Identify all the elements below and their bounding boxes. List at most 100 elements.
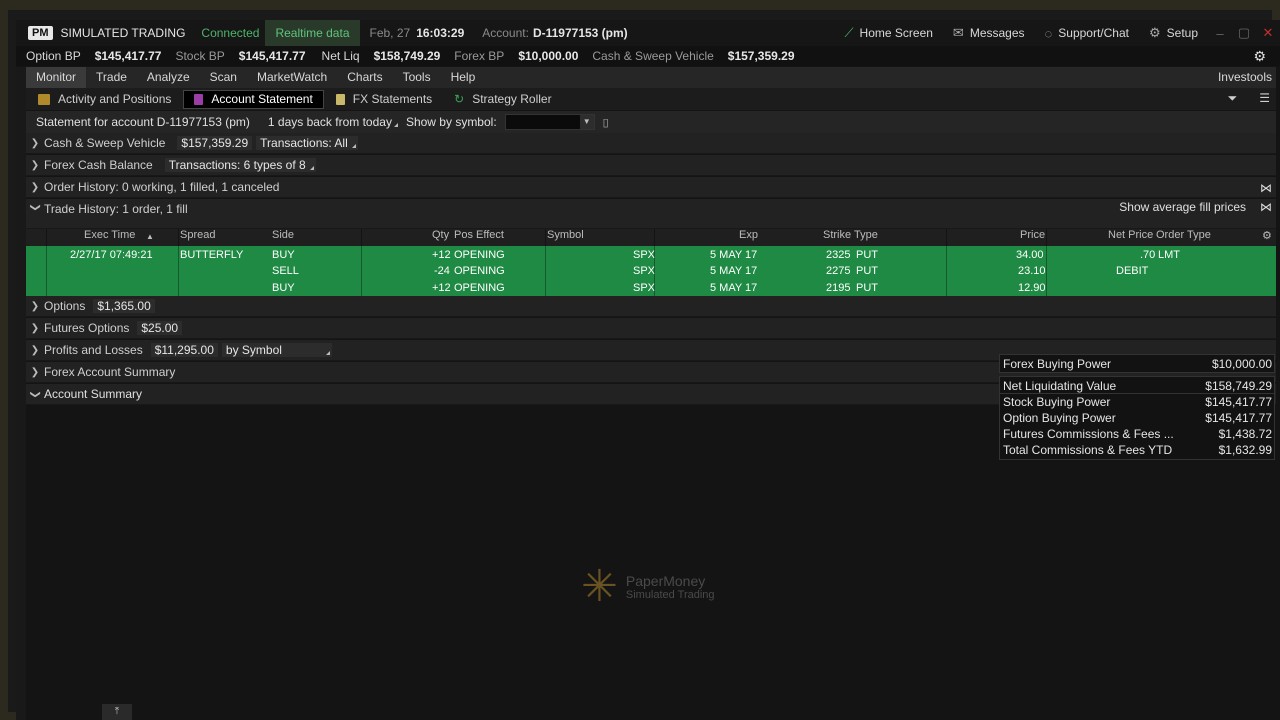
menu-tools[interactable]: Tools [393,67,441,88]
show-by-symbol-label: Show by symbol: [405,115,497,129]
cell-net-price: .70 [1140,249,1156,261]
home-screen-button[interactable]: ⟋ Home Screen [834,20,942,46]
symbol-lookup-icon[interactable]: ▯ [603,116,609,129]
tab-account-statement[interactable]: Account Statement [183,89,324,109]
close-icon[interactable]: ✕ [1256,25,1280,41]
maximize-icon[interactable]: ▢ [1232,25,1256,41]
trade-history-tools: Show average fill prices ⋈ [1119,199,1272,215]
list-menu-icon[interactable]: ☰ [1259,91,1270,106]
chevron-right-icon[interactable]: ❯ [26,345,44,356]
net-liq-label[interactable]: Net Liq [322,49,360,63]
section-order-history-label: Order History: 0 working, 1 filled, 1 ca… [44,180,280,194]
minimize-icon[interactable]: – [1208,26,1232,41]
cell-net-price: DEBIT [1116,265,1149,277]
data-mode-badge[interactable]: Realtime data [265,20,360,46]
menu-monitor[interactable]: Monitor [26,67,87,88]
col-exec-time[interactable]: Exec Time [84,229,135,241]
time-label: 16:03:29 [416,26,465,40]
col-price[interactable]: Price [1020,229,1045,241]
collapse-columns-icon[interactable]: ⋈ [1260,200,1272,214]
col-pos-effect[interactable]: Pos Effect [454,229,504,241]
watermark-title: PaperMoney [625,573,706,589]
collapse-columns-icon[interactable]: ⋈ [1260,181,1272,195]
cell-side: BUY [272,249,295,261]
section-options[interactable]: ❯ Options $1,365.00 [26,296,1276,317]
account-summary-panel: Net Liquidating Value $158,749.29 Stock … [999,376,1275,460]
menu-scan[interactable]: Scan [200,67,247,88]
date-range-label: 1 days back from today [267,115,392,129]
chevron-right-icon[interactable]: ❯ [26,182,44,193]
table-row[interactable]: 2/27/17 07:49:21 BUTTERFLY BUY +12 OPENI… [26,247,1276,263]
account-selector[interactable]: D-11977153 (pm) [533,26,628,40]
tab-activity-positions-label: Activity and Positions [58,92,172,106]
summary-label: Net Liquidating Value [1003,379,1117,393]
stock-bp-value: $145,417.77 [238,49,306,63]
pnl-grouping-dropdown[interactable]: by Symbol [221,343,332,357]
summary-label: Total Commissions & Fees YTD [1003,443,1173,457]
tab-fx-statements[interactable]: FX Statements [326,90,442,109]
col-order-type[interactable]: Order Type [1156,229,1211,241]
section-trade-history[interactable]: ❯ Trade History: 1 order, 1 fill Show av… [26,199,1276,229]
col-qty[interactable]: Qty [432,229,449,241]
column-divider [545,229,546,296]
section-futures-options[interactable]: ❯ Futures Options $25.00 [26,318,1276,339]
title-bar-actions: ⟋ Home Screen ✉ Messages ◌ Support/Chat … [834,20,1280,46]
column-divider [178,229,179,296]
col-net-price[interactable]: Net Price [1108,229,1153,241]
menu-marketwatch[interactable]: MarketWatch [247,67,337,88]
menu-help[interactable]: Help [441,67,486,88]
tab-strategy-roller[interactable]: ↻ Strategy Roller [444,90,561,109]
option-bp-value: $145,417.77 [94,49,162,63]
menu-investools[interactable]: Investools [1218,67,1272,88]
watermark-subtitle: Simulated Trading [625,589,715,601]
col-spread[interactable]: Spread [180,229,215,241]
col-symbol[interactable]: Symbol [547,229,584,241]
section-order-history[interactable]: ❯ Order History: 0 working, 1 filled, 1 … [26,177,1276,198]
expand-panel-icon[interactable]: ⤒ [102,704,132,720]
chevron-down-icon[interactable]: ❯ [30,199,41,217]
cell-strike: 2275 [826,265,851,277]
col-strike[interactable]: Strike [823,229,851,241]
balances-settings-icon[interactable]: ⚙ [1253,48,1266,65]
chevron-right-icon[interactable]: ❯ [26,367,44,378]
table-row[interactable]: SELL -24 OPENING SPX 5 MAY 17 2275 PUT 2… [26,263,1276,279]
setup-button[interactable]: ⚙ Setup [1139,20,1208,46]
setup-label: Setup [1166,26,1198,40]
chevron-right-icon[interactable]: ❯ [26,301,44,312]
chevron-down-icon[interactable]: ❯ [30,385,41,403]
filter-down-icon[interactable]: ⏷ [1228,91,1238,106]
date-range-dropdown[interactable]: 1 days back from today [260,115,400,129]
chevron-right-icon[interactable]: ❯ [26,138,44,149]
sort-ascending-icon[interactable]: ▲ [146,232,154,241]
table-row[interactable]: BUY +12 OPENING SPX 5 MAY 17 2195 PUT 12… [26,280,1276,296]
summary-label: Futures Commissions & Fees ... [1003,427,1174,441]
col-side[interactable]: Side [272,229,294,241]
table-settings-icon[interactable]: ⚙ [1262,229,1272,242]
transactions-filter[interactable]: Transactions: All [256,136,358,150]
summary-row: Net Liquidating Value $158,749.29 [1000,378,1274,394]
support-chat-button[interactable]: ◌ Support/Chat [1035,20,1139,46]
fx-document-icon [335,93,345,105]
column-divider [946,229,947,296]
chevron-right-icon[interactable]: ❯ [26,323,44,334]
section-forex-cash[interactable]: ❯ Forex Cash Balance Transactions: 6 typ… [26,155,1276,176]
column-divider [361,229,362,296]
section-cash-sweep[interactable]: ❯ Cash & Sweep Vehicle $157,359.29 Trans… [26,133,1276,154]
symbol-select[interactable]: ▼ [504,114,595,130]
forex-transactions-filter[interactable]: Transactions: 6 types of 8 [164,158,316,172]
chevron-down-icon[interactable]: ▼ [579,115,594,129]
left-collapse-strip[interactable] [16,67,26,720]
menu-trade[interactable]: Trade [86,67,137,88]
menu-charts[interactable]: Charts [337,67,392,88]
show-average-fill-prices-button[interactable]: Show average fill prices [1119,200,1246,214]
cell-strike: 2195 [826,282,851,294]
col-exp[interactable]: Exp [739,229,758,241]
col-type[interactable]: Type [854,229,878,241]
menu-analyze[interactable]: Analyze [137,67,200,88]
tab-activity-positions[interactable]: Activity and Positions [28,90,181,109]
summary-value: $10,000.00 [1211,357,1272,371]
section-forex-account-summary-label: Forex Account Summary [44,365,176,379]
net-liq-value: $158,749.29 [373,49,441,63]
messages-button[interactable]: ✉ Messages [943,20,1035,46]
chevron-right-icon[interactable]: ❯ [26,160,44,171]
